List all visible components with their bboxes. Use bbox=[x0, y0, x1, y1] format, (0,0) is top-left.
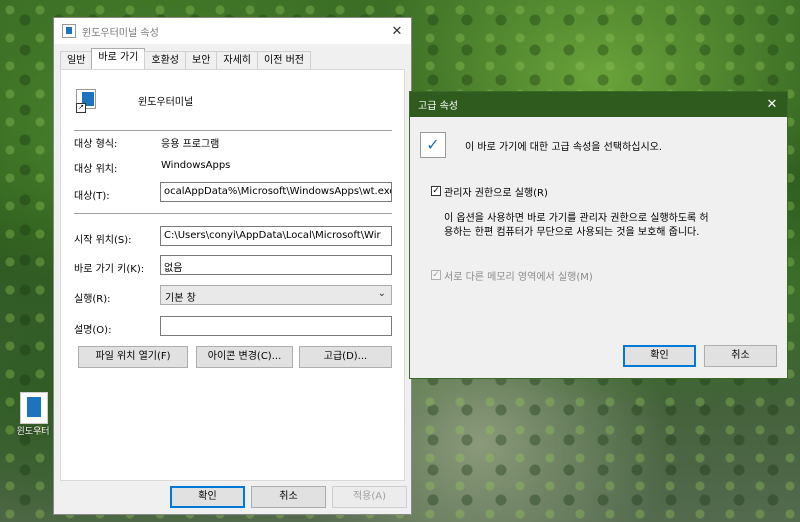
run-as-admin-help-2: 용하는 한편 컴퓨터가 무단으로 사용되는 것을 보호해 줍니다. bbox=[444, 227, 700, 238]
open-file-location-button[interactable]: 파일 위치 열기(F) bbox=[78, 346, 188, 368]
run-select[interactable]: 기본 창 ⌄ bbox=[160, 285, 392, 305]
terminal-app-icon bbox=[62, 24, 76, 38]
tab-details[interactable]: 자세히 bbox=[216, 51, 259, 70]
tab-shortcut[interactable]: 바로 가기 bbox=[91, 48, 146, 70]
run-select-value: 기본 창 bbox=[165, 293, 196, 304]
checkmark-icon: ✓ bbox=[420, 132, 446, 158]
comment-label: 설명(O): bbox=[74, 325, 112, 336]
start-in-label: 시작 위치(S): bbox=[74, 235, 132, 246]
advanced-properties-dialog: 고급 속성 ✕ ✓ 이 바로 가기에 대한 고급 속성을 선택하십시오. ✓ 관… bbox=[409, 91, 788, 379]
app-name: 윈도우터미널 bbox=[138, 97, 194, 108]
close-icon[interactable]: ✕ bbox=[757, 97, 787, 112]
chevron-down-icon: ⌄ bbox=[377, 288, 386, 299]
start-in-input[interactable]: C:\Users\conyi\AppData\Local\Microsoft\W… bbox=[160, 226, 392, 246]
desktop-shortcut-label: 윈도우터 bbox=[16, 427, 50, 437]
properties-window: 윈도우터미널 속성 ✕ 일반 바로 가기 호환성 보안 자세히 이전 버전 ↗ … bbox=[53, 17, 412, 515]
apply-button[interactable]: 적용(A) bbox=[332, 486, 407, 508]
divider bbox=[74, 213, 392, 214]
separate-memory-checkbox[interactable]: ✓ bbox=[431, 270, 441, 280]
window-title: 윈도우터미널 속성 bbox=[82, 27, 159, 39]
cancel-button[interactable]: 취소 bbox=[704, 345, 777, 367]
dialog-title: 고급 속성 bbox=[418, 101, 458, 112]
terminal-shortcut-icon bbox=[20, 392, 48, 424]
close-icon[interactable]: ✕ bbox=[383, 24, 411, 39]
target-label: 대상(T): bbox=[74, 191, 110, 202]
ok-button[interactable]: 확인 bbox=[170, 486, 245, 508]
divider bbox=[74, 130, 392, 131]
advanced-titlebar[interactable]: 고급 속성 ✕ bbox=[410, 92, 787, 117]
tab-compatibility[interactable]: 호환성 bbox=[144, 51, 186, 70]
target-type-label: 대상 형식: bbox=[74, 139, 118, 150]
terminal-large-icon: ↗ bbox=[76, 87, 102, 113]
run-as-admin-checkbox[interactable]: ✓ bbox=[431, 186, 441, 196]
tab-general[interactable]: 일반 bbox=[60, 51, 93, 70]
target-location-label: 대상 위치: bbox=[74, 164, 118, 175]
dialog-description: 이 바로 가기에 대한 고급 속성을 선택하십시오. bbox=[465, 142, 663, 153]
advanced-button[interactable]: 고급(D)... bbox=[299, 346, 392, 368]
run-label: 실행(R): bbox=[74, 294, 111, 305]
cancel-button[interactable]: 취소 bbox=[251, 486, 326, 508]
target-input[interactable]: ocalAppData%\Microsoft\WindowsApps\wt.ex… bbox=[160, 182, 392, 202]
tab-previous-versions[interactable]: 이전 버전 bbox=[257, 51, 311, 70]
ok-button[interactable]: 확인 bbox=[623, 345, 696, 367]
run-as-admin-help-1: 이 옵션을 사용하면 바로 가기를 관리자 권한으로 실행하도록 허 bbox=[444, 213, 709, 224]
target-type-value: 응용 프로그램 bbox=[161, 139, 220, 150]
shortcut-tab-pane: ↗ 윈도우터미널 대상 형식: 응용 프로그램 대상 위치: WindowsAp… bbox=[60, 69, 405, 481]
target-location-value: WindowsApps bbox=[161, 160, 231, 171]
desktop-shortcut[interactable]: 윈도우터 bbox=[12, 392, 56, 437]
properties-titlebar[interactable]: 윈도우터미널 속성 ✕ bbox=[54, 18, 411, 44]
change-icon-button[interactable]: 아이콘 변경(C)... bbox=[196, 346, 293, 368]
shortcut-key-label: 바로 가기 키(K): bbox=[74, 264, 145, 275]
tab-strip: 일반 바로 가기 호환성 보안 자세히 이전 버전 bbox=[60, 48, 311, 70]
separate-memory-label[interactable]: 서로 다른 메모리 영역에서 실행(M) bbox=[444, 268, 593, 283]
shortcut-key-input[interactable]: 없음 bbox=[160, 255, 392, 275]
comment-input[interactable] bbox=[160, 316, 392, 336]
run-as-admin-label[interactable]: 관리자 권한으로 실행(R) bbox=[444, 184, 548, 199]
tab-security[interactable]: 보안 bbox=[185, 51, 218, 70]
